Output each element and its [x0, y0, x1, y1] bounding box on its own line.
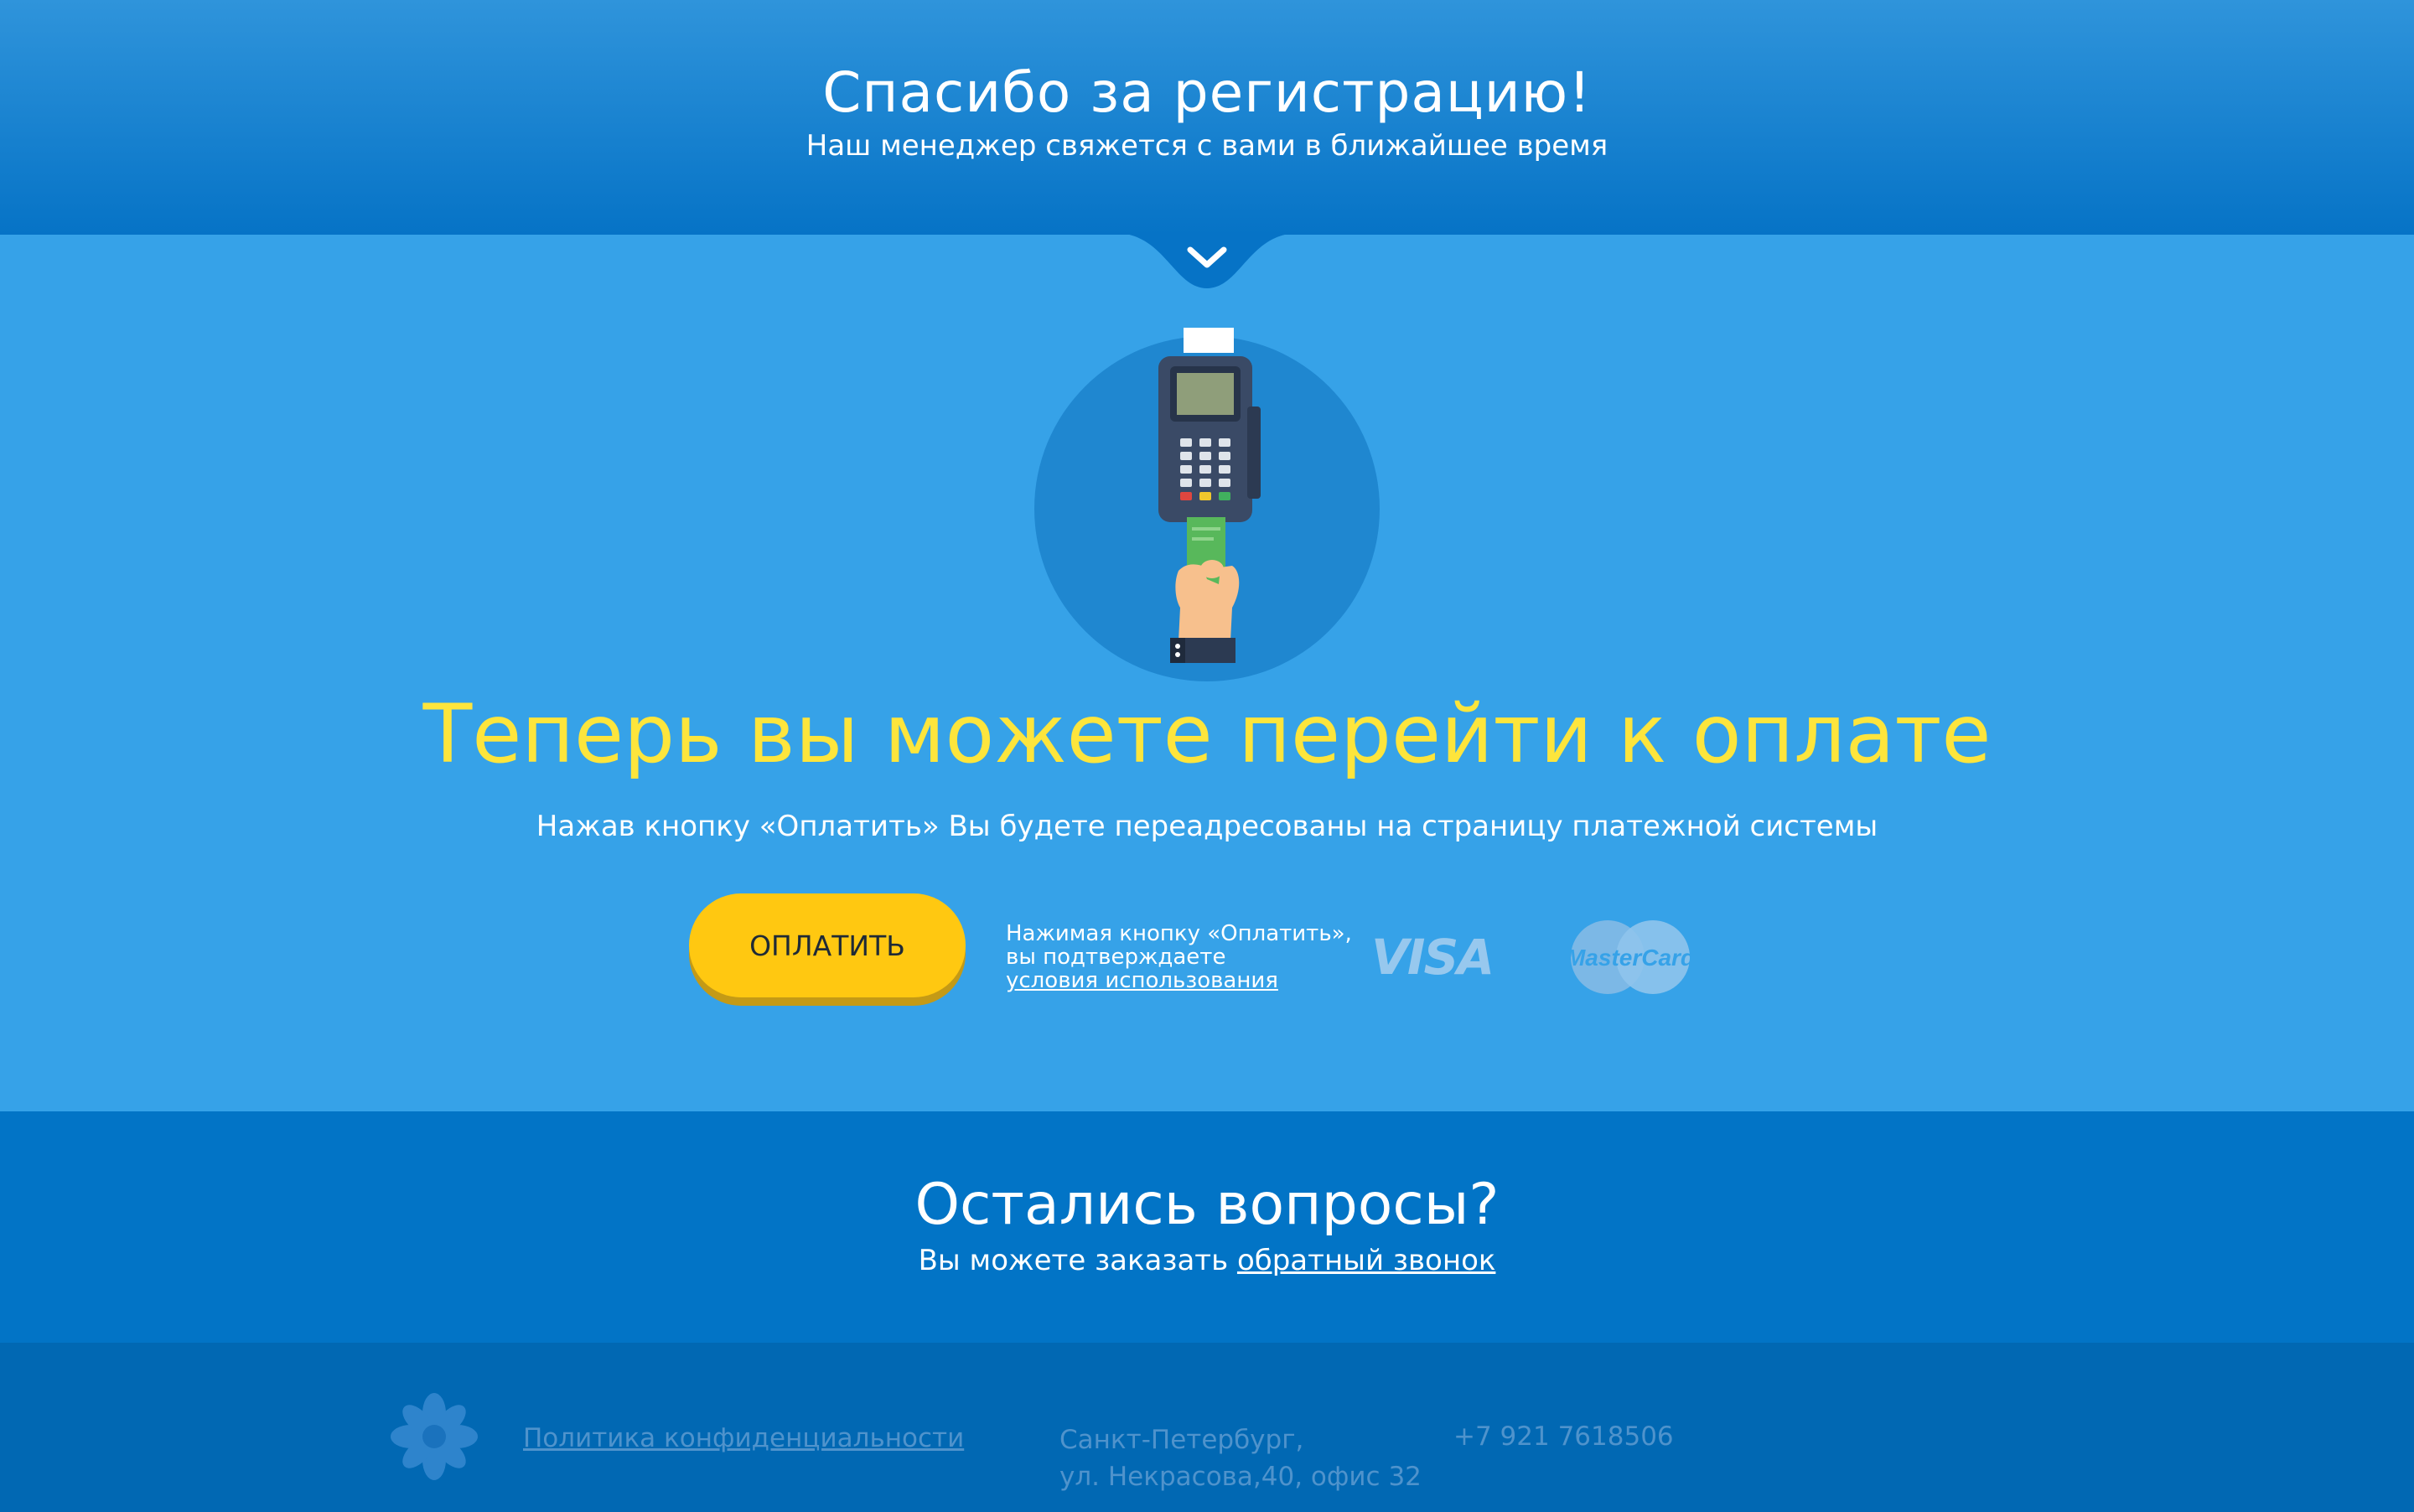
payment-subtitle: Нажав кнопку «Оплатить» Вы будете переад… [536, 810, 1878, 843]
card-terminal-illustration [1034, 328, 1380, 681]
terms-note-line1: Нажимая кнопку «Оплатить», [1006, 921, 1352, 946]
header-section: Спасибо за регистрацию! Наш менеджер свя… [0, 0, 2414, 235]
address-line2: ул. Некрасова,40, офис 32 [1059, 1462, 1422, 1492]
questions-text: Вы можете заказать [918, 1244, 1229, 1277]
pay-button[interactable]: ОПЛАТИТЬ [689, 893, 966, 997]
visa-logo: VISA [1371, 929, 1495, 986]
scroll-down-notch [1115, 233, 1299, 288]
flower-logo-icon [391, 1393, 478, 1480]
mastercard-label: MasterCard [1567, 945, 1693, 971]
mastercard-logo: MasterCard [1567, 920, 1693, 994]
payment-title: Теперь вы можете перейти к оплате [422, 687, 1992, 781]
questions-title: Остались вопросы? [914, 1172, 1500, 1238]
terms-of-use-link[interactable]: условия использования [1006, 968, 1278, 993]
privacy-policy-link[interactable]: Политика конфиденциальности [523, 1423, 964, 1453]
terms-note: Нажимая кнопку «Оплатить», вы подтвержда… [1006, 922, 1358, 992]
page-title: Спасибо за регистрацию! [822, 60, 1592, 125]
questions-subtitle: Вы можете заказать обратный звонок [0, 1244, 2414, 1277]
terms-note-line2: вы подтверждаете [1006, 945, 1226, 970]
footer-phone[interactable]: +7 921 7618506 [1453, 1421, 1674, 1452]
callback-link[interactable]: обратный звонок [1237, 1244, 1495, 1277]
header-subtitle: Наш менеджер свяжется с вами в ближайшее… [806, 129, 1608, 163]
footer-address: Санкт-Петербург, ул. Некрасова,40, офис … [1059, 1421, 1422, 1495]
questions-section: Остались вопросы? Вы можете заказать обр… [0, 1111, 2414, 1343]
address-line1: Санкт-Петербург, [1059, 1425, 1304, 1455]
footer: Политика конфиденциальности Санкт-Петерб… [0, 1343, 2414, 1512]
